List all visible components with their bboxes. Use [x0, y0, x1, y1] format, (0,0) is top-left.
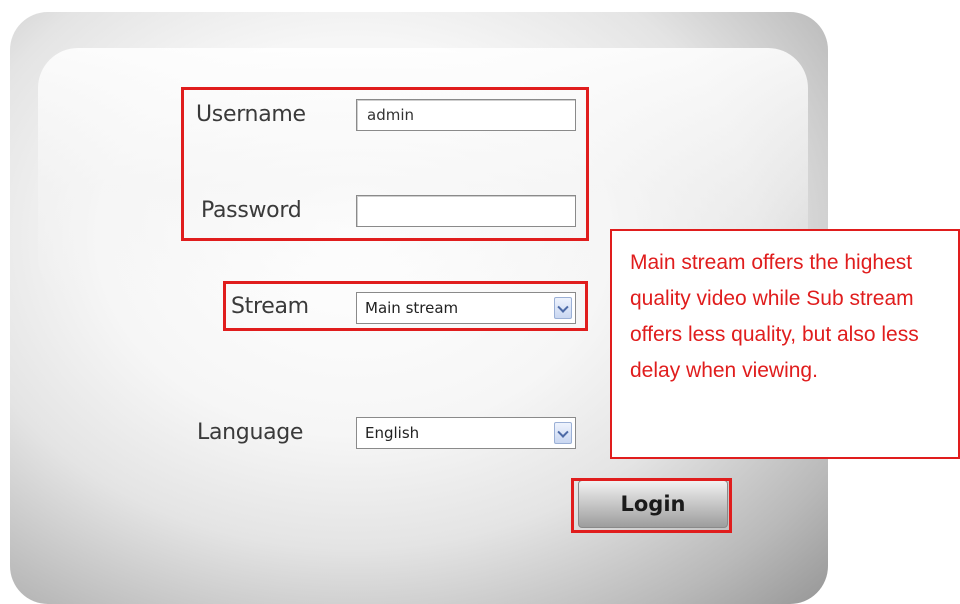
language-select[interactable]: English [356, 417, 576, 449]
login-highlight-box [571, 478, 732, 533]
credentials-highlight-box [181, 87, 589, 241]
chevron-down-icon[interactable] [554, 422, 572, 444]
language-label: Language [197, 420, 304, 445]
language-selected-value: English [365, 424, 420, 442]
stream-callout: Main stream offers the highest quality v… [610, 229, 960, 459]
stream-highlight-box [223, 281, 588, 331]
